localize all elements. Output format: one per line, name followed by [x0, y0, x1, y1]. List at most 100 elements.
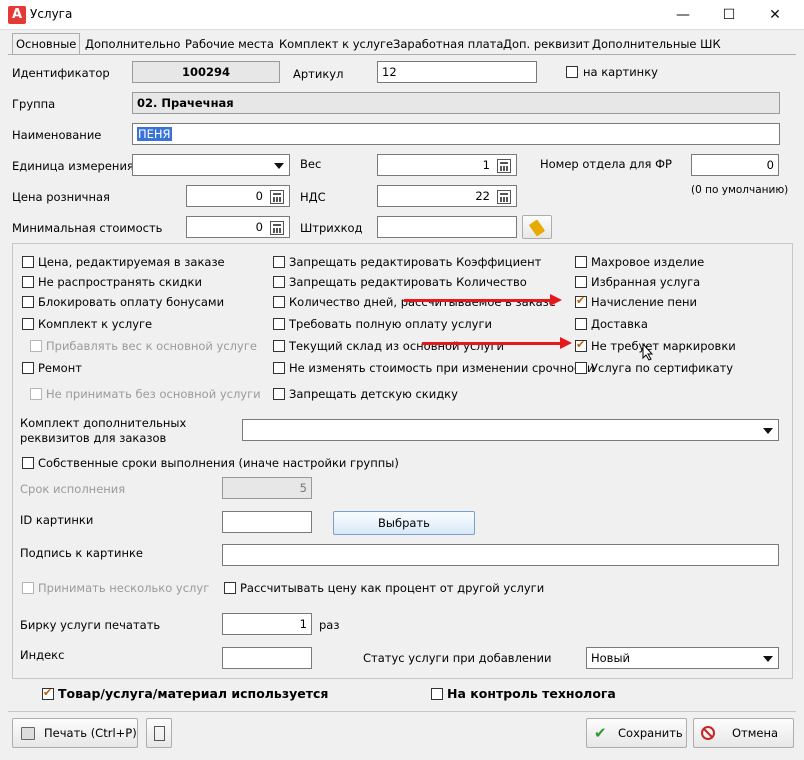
price-input[interactable]: 0	[186, 185, 290, 207]
tab-kit[interactable]: Комплект к услуге	[276, 35, 396, 55]
title-bar: A Услуга — ☐ ✕	[0, 0, 804, 30]
maximize-button[interactable]: ☐	[706, 0, 752, 30]
minimize-button[interactable]: —	[660, 0, 706, 30]
col1-checkbox-5[interactable]	[22, 362, 34, 374]
col1-checkbox-0[interactable]	[22, 256, 34, 268]
calculator-icon[interactable]	[497, 190, 511, 204]
multi-checkbox[interactable]	[22, 582, 34, 594]
tab-main[interactable]: Основные	[12, 33, 81, 55]
barcode-input[interactable]	[377, 216, 517, 238]
percent-label: Рассчитывать цену как процент от другой …	[240, 581, 545, 595]
article-input[interactable]: 12	[377, 61, 537, 83]
multi-label: Принимать несколько услуг	[38, 581, 210, 595]
col2-checkbox-0[interactable]	[273, 256, 285, 268]
term-label: Срок исполнения	[20, 482, 126, 496]
col1-checkbox-3[interactable]	[22, 318, 34, 330]
index-input[interactable]	[222, 647, 312, 669]
col2-checkbox-4[interactable]	[273, 340, 285, 352]
minprice-label: Минимальная стоимость	[12, 221, 163, 235]
kit-label: Комплект дополнительных реквизитов для з…	[20, 416, 187, 445]
used-label: Товар/услуга/материал используется	[58, 686, 329, 701]
unit-select[interactable]	[132, 154, 290, 176]
col1-label-4: Прибавлять вес к основной услуге	[46, 339, 257, 353]
col1-checkbox-1[interactable]	[22, 276, 34, 288]
tab-workplaces[interactable]: Рабочие места	[182, 35, 277, 55]
col3-checkbox-1[interactable]	[575, 276, 587, 288]
id-field: 100294	[132, 61, 280, 83]
col1-label-5: Ремонт	[38, 361, 82, 375]
col3-checkbox-5[interactable]	[575, 362, 587, 374]
col3-label-3: Доставка	[591, 317, 648, 331]
choose-button[interactable]: Выбрать	[333, 511, 475, 535]
col3-label-1: Избранная услуга	[591, 275, 701, 289]
vat-input[interactable]: 22	[377, 185, 517, 207]
tab-extra-requisite[interactable]: Доп. реквизит	[500, 35, 593, 55]
on-picture-checkbox[interactable]	[566, 66, 578, 78]
dept-input[interactable]: 0	[691, 154, 779, 176]
col2-checkbox-3[interactable]	[273, 318, 285, 330]
group-field[interactable]: 02. Прачечная	[132, 92, 780, 114]
pencil-icon	[528, 219, 546, 237]
tab-additional[interactable]: Дополнительно	[82, 35, 183, 55]
cancel-button[interactable]: Отмена	[693, 718, 794, 748]
on-picture-label: на картинку	[583, 65, 658, 79]
pic-id-input[interactable]	[222, 511, 312, 533]
tab-salary[interactable]: Заработная плата	[390, 35, 506, 55]
col1-checkbox-6[interactable]	[30, 388, 42, 400]
pic-id-label: ID картинки	[20, 513, 94, 527]
tech-control-label: На контроль технолога	[447, 686, 616, 701]
print-button[interactable]: Печать (Ctrl+P)	[12, 718, 138, 748]
save-button[interactable]: ✔ Сохранить	[586, 718, 687, 748]
col2-label-1: Запрещать редактировать Количество	[289, 275, 527, 289]
caption-input[interactable]	[222, 544, 779, 566]
weight-label: Вес	[300, 157, 322, 171]
name-input[interactable]: ПЕНЯ	[132, 123, 780, 145]
term-input[interactable]: 5	[222, 477, 312, 499]
col3-label-2: Начисление пени	[591, 295, 698, 309]
col1-checkbox-4[interactable]	[30, 340, 42, 352]
col3-checkbox-3[interactable]	[575, 318, 587, 330]
percent-checkbox[interactable]	[224, 582, 236, 594]
tag-input[interactable]: 1	[222, 613, 312, 635]
tab-extra-barcodes[interactable]: Дополнительные ШК	[589, 35, 724, 55]
caption-label: Подпись к картинке	[20, 546, 143, 560]
col2-checkbox-6[interactable]	[273, 388, 285, 400]
col1-checkbox-2[interactable]	[22, 296, 34, 308]
tech-control-checkbox[interactable]	[431, 688, 443, 700]
no-marking-checkbox[interactable]	[575, 338, 587, 352]
used-checkbox[interactable]	[42, 686, 54, 700]
own-terms-checkbox[interactable]	[22, 457, 34, 469]
id-label: Идентификатор	[12, 66, 110, 80]
save-label: Сохранить	[618, 726, 683, 740]
col1-label-0: Цена, редактируемая в заказе	[38, 255, 225, 269]
name-selected-text: ПЕНЯ	[137, 127, 172, 141]
col2-checkbox-1[interactable]	[273, 276, 285, 288]
calculator-icon[interactable]	[270, 190, 284, 204]
col3-label-4: Не требует маркировки	[591, 339, 736, 353]
unit-label: Единица измерения	[12, 159, 134, 173]
group-label: Группа	[12, 97, 56, 111]
bottom-separator	[8, 711, 796, 712]
minprice-input[interactable]: 0	[186, 216, 290, 238]
penalty-checkbox[interactable]	[575, 294, 587, 308]
print-label: Печать (Ctrl+P)	[44, 726, 137, 740]
dept-label: Номер отдела для ФР	[540, 157, 672, 171]
own-terms-label: Собственные сроки выполнения (иначе наст…	[38, 456, 399, 470]
barcode-generate-button[interactable]	[522, 215, 552, 239]
calculator-icon[interactable]	[270, 221, 284, 235]
annotation-arrow	[422, 337, 572, 349]
calculator-icon[interactable]	[497, 159, 511, 173]
col1-label-3: Комплект к услуге	[38, 317, 153, 331]
dept-hint: (0 по умолчанию)	[691, 184, 789, 196]
status-label: Статус услуги при добавлении	[363, 651, 552, 665]
status-select[interactable]: Новый	[586, 647, 779, 669]
col3-checkbox-0[interactable]	[575, 256, 587, 268]
weight-input[interactable]: 1	[377, 154, 517, 176]
print-preview-button[interactable]	[146, 718, 172, 748]
kit-select[interactable]	[242, 419, 779, 441]
col2-label-0: Запрещать редактировать Коэффициент	[289, 255, 542, 269]
col2-checkbox-2[interactable]	[273, 296, 285, 308]
tag-label: Бирку услуги печатать	[20, 618, 161, 632]
col2-checkbox-5[interactable]	[273, 362, 285, 374]
close-button[interactable]: ✕	[752, 0, 798, 30]
